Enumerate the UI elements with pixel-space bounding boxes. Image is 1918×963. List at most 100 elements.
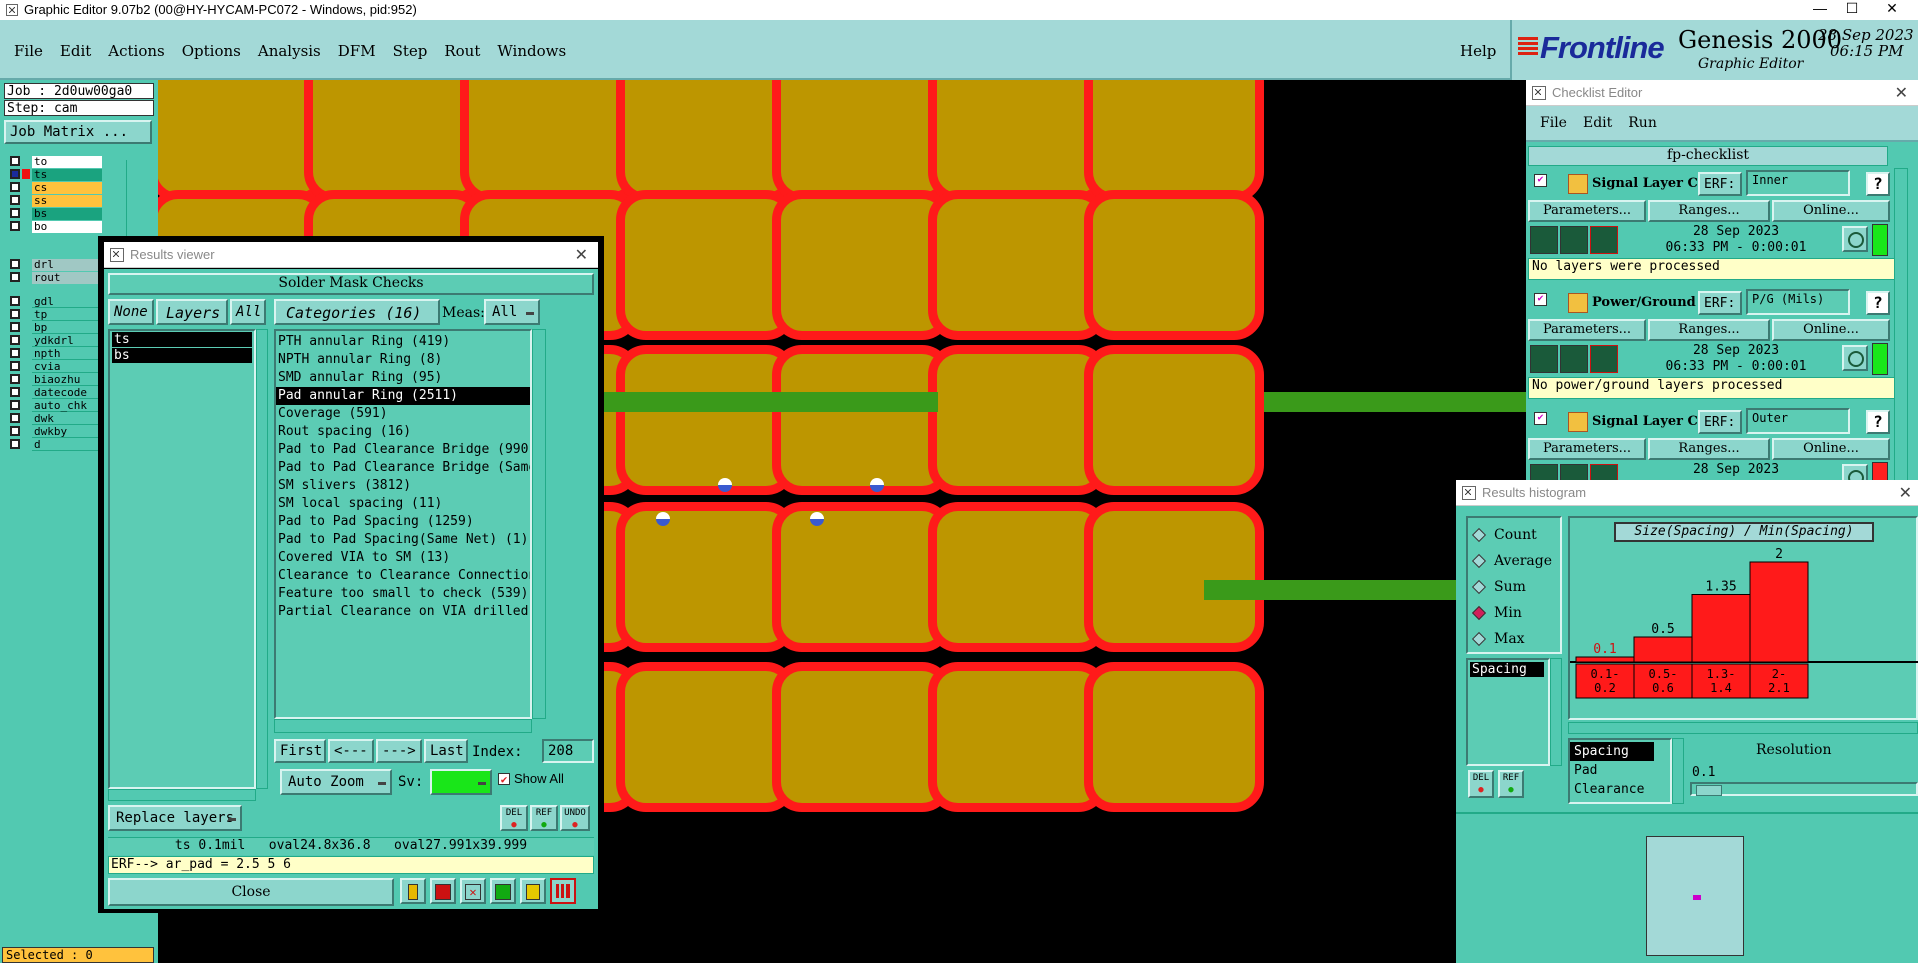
report-icon[interactable] [520,878,546,904]
mode-radio-count[interactable]: Count [1468,522,1560,548]
checklist-menu-run[interactable]: Run [1628,115,1657,140]
layer-row-dwkby[interactable]: dwkby [6,425,106,438]
help-button[interactable]: ? [1866,172,1890,196]
sv-color-dropdown[interactable] [430,769,492,795]
copper-pad[interactable] [616,502,796,652]
layer-checkbox[interactable] [10,335,20,345]
item-checkbox[interactable]: ✔ [1534,412,1547,425]
meas-dropdown[interactable]: All [484,299,540,325]
result-marker-icon[interactable] [870,478,884,492]
prev-button[interactable]: <--- [328,739,374,763]
menu-windows[interactable]: Windows [497,42,566,60]
undo-icon[interactable]: UNDO ● [560,805,590,831]
histogram-bar[interactable] [1749,561,1809,663]
layer-checkbox[interactable] [10,374,20,384]
next-button[interactable]: ---> [376,739,422,763]
histogram-field-item[interactable]: Pad [1570,761,1670,780]
index-input[interactable]: 208 [542,739,594,763]
histogram-icon[interactable] [550,878,576,904]
copper-pad[interactable] [616,345,796,495]
resolution-slider[interactable] [1690,782,1918,796]
layer-checkbox[interactable] [10,387,20,397]
online-button[interactable]: Online... [1772,438,1890,460]
mode-radio-sum[interactable]: Sum [1468,574,1560,600]
categories-hscrollbar[interactable] [274,719,532,733]
category-item[interactable]: SMD annular Ring (95) [276,369,530,387]
category-item[interactable]: PTH annular Ring (419) [276,333,530,351]
categories-list[interactable]: PTH annular Ring (419) NPTH annular Ring … [274,329,532,719]
menu-file[interactable]: File [14,42,43,60]
stop-icon[interactable] [1590,226,1618,254]
layer-row-cvia[interactable]: cvia [6,360,106,373]
copper-pad[interactable] [616,190,796,340]
layer-row-rout[interactable]: rout [6,271,106,284]
layer-checkbox[interactable] [10,400,20,410]
copper-pad[interactable] [772,190,952,340]
copper-pad[interactable] [928,502,1108,652]
zoom-results-icon[interactable] [1842,345,1868,371]
copper-pad[interactable] [928,662,1108,812]
layer-row-bs[interactable]: bs [6,207,106,220]
copper-pad[interactable] [1084,502,1264,652]
run-icon[interactable] [1530,226,1558,254]
online-button[interactable]: Online... [1772,200,1890,222]
copper-pad[interactable] [928,80,1108,202]
menu-options[interactable]: Options [182,42,241,60]
stop-icon[interactable] [1590,345,1618,373]
slider-handle[interactable] [1696,785,1722,796]
layers-list-hscrollbar[interactable] [108,789,256,801]
copper-pad[interactable] [616,80,796,202]
mode-radio-max[interactable]: Max [1468,626,1560,652]
histogram-bar[interactable] [1633,636,1693,663]
layer-row-auto_chk[interactable]: auto_chk [6,399,106,412]
online-button[interactable]: Online... [1772,319,1890,341]
layer-checkbox[interactable] [10,439,20,449]
result-layer-item[interactable]: ts [112,332,252,347]
layer-row-ts[interactable]: ts [6,168,106,181]
copper-pad[interactable] [772,80,952,202]
zoom-icon[interactable] [490,878,516,904]
copper-pad[interactable] [616,662,796,812]
layer-row-d[interactable]: d [6,438,106,451]
layers-button[interactable]: Layers [156,299,228,325]
copper-pad[interactable] [1084,662,1264,812]
layer-checkbox[interactable] [10,361,20,371]
category-item[interactable]: Clearance to Clearance Connection [276,567,530,585]
categories-button[interactable]: Categories (16) [274,299,440,325]
histogram-field-list[interactable]: Spacing Pad Clearance [1568,738,1672,804]
run-icon[interactable] [1530,345,1558,373]
layer-row-cs[interactable]: cs [6,181,106,194]
hist-del-icon[interactable]: DEL ● [1468,770,1494,798]
copper-pad[interactable] [158,80,328,202]
all-layers-button[interactable]: All [230,299,266,325]
category-item[interactable]: Partial Clearance on VIA drilled [276,603,530,621]
layer-row-npth[interactable]: npth [6,347,106,360]
menu-edit[interactable]: Edit [60,42,91,60]
layer-row-biaozhu[interactable]: biaozhu [6,373,106,386]
highlight-icon[interactable] [400,878,426,904]
menu-step[interactable]: Step [393,42,428,60]
category-item[interactable]: SM slivers (3812) [276,477,530,495]
run-walk-icon[interactable] [1560,345,1588,373]
result-marker-icon[interactable] [656,512,670,526]
checklist-menu-edit[interactable]: Edit [1583,115,1612,140]
mode-radio-average[interactable]: Average [1468,548,1560,574]
layer-checkbox[interactable] [10,195,20,205]
layer-row-datecode[interactable]: datecode [6,386,106,399]
first-button[interactable]: First [274,739,326,763]
layer-row-dwk[interactable]: dwk [6,412,106,425]
layer-checkbox[interactable] [10,413,20,423]
histogram-bar[interactable] [1691,594,1751,663]
checklist-scrollbar[interactable] [1894,168,1908,482]
category-item[interactable]: NPTH annular Ring (8) [276,351,530,369]
copper-pad[interactable] [1084,190,1264,340]
parameters-button[interactable]: Parameters... [1528,319,1646,341]
layer-checkbox[interactable] [10,272,20,282]
histogram-field-item[interactable]: Spacing [1570,742,1654,761]
category-item[interactable]: Pad to Pad Spacing(Same Net) (1) [276,531,530,549]
ref-icon[interactable]: REF ● [530,805,558,831]
close-button[interactable]: ✕ [1872,0,1912,20]
layer-row-to[interactable]: to [6,155,106,168]
auto-zoom-dropdown[interactable]: Auto Zoom [280,769,392,795]
menu-analysis[interactable]: Analysis [258,42,321,60]
